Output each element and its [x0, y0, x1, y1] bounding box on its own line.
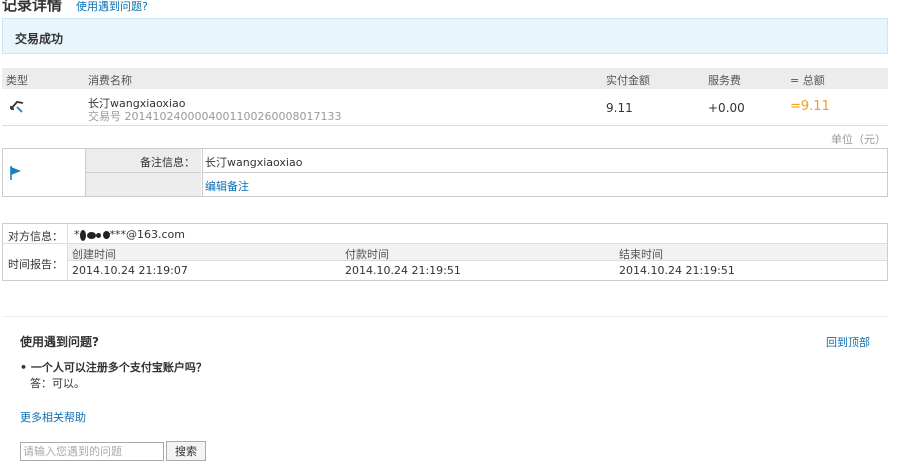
paid-time-header: 付款时间	[345, 248, 389, 261]
created-time-header: 创建时间	[72, 248, 116, 261]
column-header-amount: 实付金额	[606, 74, 650, 87]
column-header-type: 类型	[6, 74, 28, 87]
paid-time-value: 2014.10.24 21:19:51	[345, 264, 461, 277]
end-time-value: 2014.10.24 21:19:51	[619, 264, 735, 277]
transaction-table-header: 类型 消费名称 实付金额 服务费 = 总额	[2, 68, 888, 89]
remark-value: 长汀wangxiaoxiao	[205, 156, 303, 169]
column-header-name: 消费名称	[88, 74, 132, 87]
page-title: 记录详情	[2, 0, 63, 14]
info-box: 对方信息： * ***@163.com 时间报告： 创建时间 付款时间 结束时间 …	[2, 223, 888, 281]
edit-remark-link[interactable]: 编辑备注	[205, 178, 249, 194]
counterparty-label: 对方信息：	[8, 230, 63, 243]
counterparty-prefix: *	[74, 228, 80, 241]
remark-icon-cell	[3, 149, 86, 196]
back-to-top-link[interactable]: 回到顶部	[826, 334, 870, 350]
unit-note: 单位（元）	[831, 133, 886, 146]
service-fee: +0.00	[708, 101, 745, 115]
counterparty-email: ***@163.com	[109, 228, 186, 241]
faq-answer: 答：可以。	[30, 377, 85, 390]
remark-box: 备注信息： 长汀wangxiaoxiao 编辑备注	[2, 148, 888, 197]
search-button[interactable]: 搜索	[166, 441, 206, 461]
created-time-value: 2014.10.24 21:19:07	[72, 264, 188, 277]
status-text: 交易成功	[15, 32, 64, 46]
help-search-input[interactable]	[20, 442, 164, 461]
column-header-total: = 总额	[790, 74, 825, 87]
divider	[2, 316, 888, 317]
counterparty-value: * ***@163.com	[74, 228, 185, 241]
end-time-header: 结束时间	[619, 248, 663, 261]
more-help-link[interactable]: 更多相关帮助	[20, 409, 86, 425]
time-report-label: 时间报告：	[8, 258, 63, 271]
status-banner: 交易成功	[2, 18, 888, 54]
column-header-fee: 服务费	[708, 74, 741, 87]
help-title: 使用遇到问题?	[20, 335, 99, 349]
trade-number: 交易号 2014102400004001100260008017133	[88, 110, 342, 123]
table-row: 长汀wangxiaoxiao 交易号 201410240000400110026…	[2, 90, 888, 126]
masked-avatar	[79, 228, 110, 241]
help-link[interactable]: 使用遇到问题?	[76, 0, 148, 14]
faq-question: • 一个人可以注册多个支付宝账户吗？	[20, 361, 207, 374]
remark-label: 备注信息：	[140, 156, 195, 169]
transfer-arrow-icon	[8, 98, 26, 117]
total-amount: =9.11	[790, 99, 830, 114]
paid-amount: 9.11	[606, 101, 633, 115]
time-report-header: 创建时间 付款时间 结束时间	[68, 244, 887, 261]
flag-icon	[9, 165, 23, 184]
